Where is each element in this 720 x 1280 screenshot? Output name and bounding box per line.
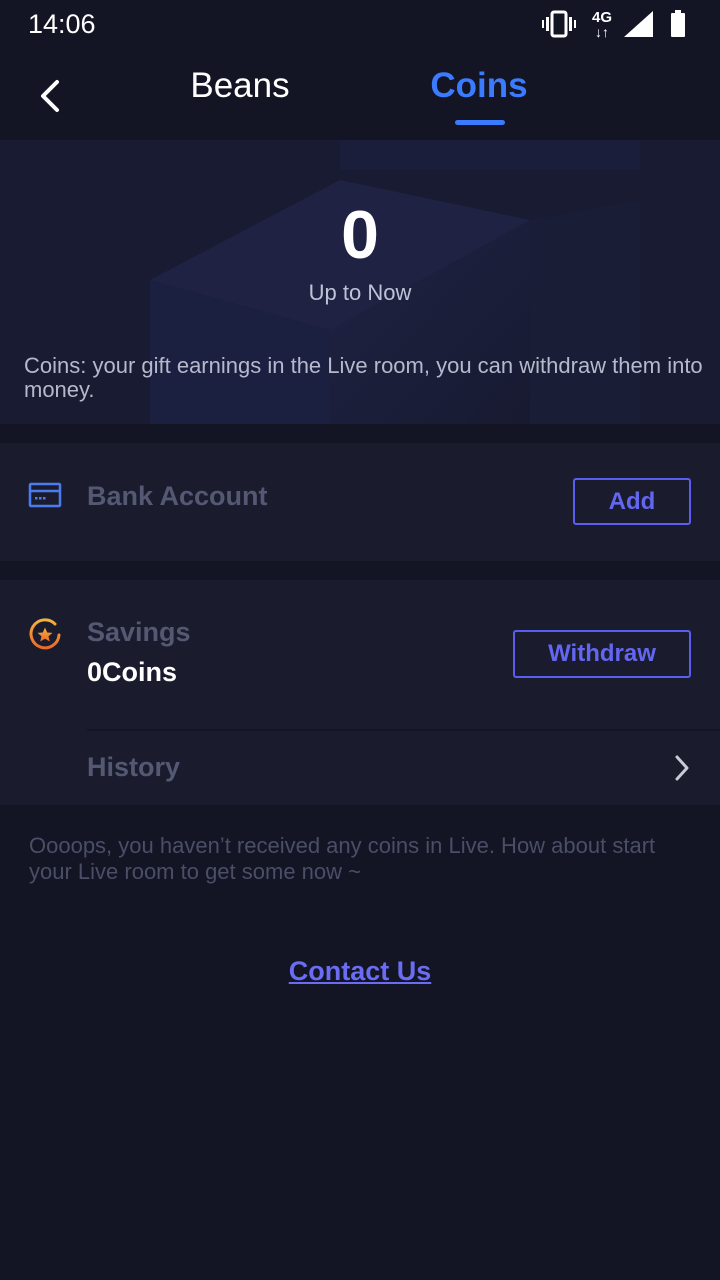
battery-icon <box>671 10 685 37</box>
status-time: 14:06 <box>28 9 96 39</box>
status-bar: 14:06 4G ↓↑ <box>0 0 720 50</box>
empty-state-message: Oooops, you haven’t received any coins i… <box>29 833 656 884</box>
savings-section: Savings 0Coins Withdraw History <box>0 580 720 805</box>
total-coins-value: 0 <box>341 197 379 273</box>
coins-description: Coins: your gift earnings in the Live ro… <box>24 353 703 402</box>
signal-icon <box>624 11 653 37</box>
chevron-right-icon <box>675 755 689 781</box>
contact-us-row: Contact Us <box>0 956 720 987</box>
active-tab-indicator <box>455 120 505 125</box>
header: Beans Coins <box>0 50 720 140</box>
tab-coins[interactable]: Coins <box>379 66 579 106</box>
network-4g-icon: 4G ↓↑ <box>591 9 612 40</box>
savings-label: Savings <box>87 617 191 647</box>
back-button[interactable] <box>26 72 74 120</box>
savings-value: 0Coins <box>87 657 178 687</box>
vibrate-icon <box>542 10 576 38</box>
contact-us-link[interactable]: Contact Us <box>289 956 432 986</box>
coins-summary: 0 Up to Now Coins: your gift earnings in… <box>0 140 720 424</box>
total-coins-label: Up to Now <box>308 280 412 305</box>
bank-account-section: Bank Account Add <box>0 443 720 561</box>
bank-account-label: Bank Account <box>87 481 268 511</box>
card-icon <box>28 482 62 508</box>
star-coin-icon <box>29 618 61 650</box>
add-bank-account-button[interactable]: Add <box>573 478 691 525</box>
history-row[interactable]: History <box>0 731 720 805</box>
tab-beans[interactable]: Beans <box>140 66 340 106</box>
history-label: History <box>87 752 181 782</box>
withdraw-button[interactable]: Withdraw <box>513 630 691 678</box>
chevron-left-icon <box>41 80 59 112</box>
